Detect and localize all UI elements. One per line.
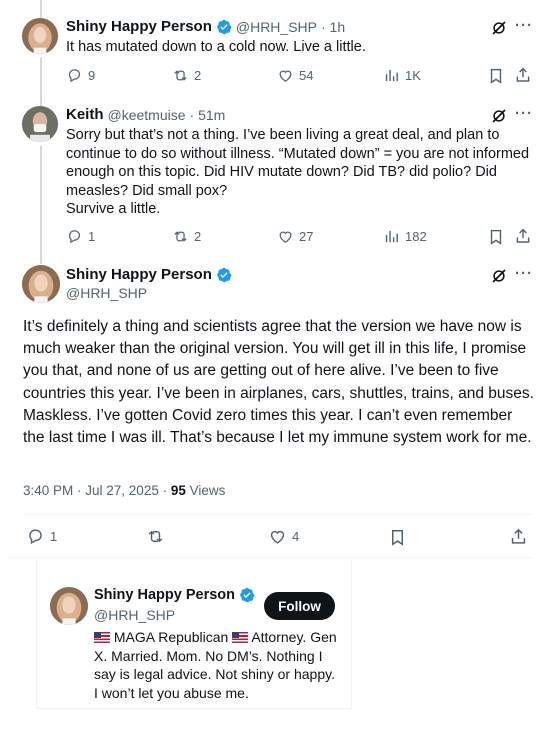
grok-icon[interactable] — [490, 19, 508, 37]
views-count: 182 — [405, 229, 427, 244]
hover-card-handle[interactable]: @HRH_SHP — [94, 607, 175, 623]
tweet-text: Sorry but that’s not a thing. I’ve been … — [66, 127, 530, 217]
like-button[interactable]: 4 — [268, 527, 299, 546]
like-icon — [277, 67, 294, 84]
like-button[interactable]: 27 — [277, 228, 313, 245]
hover-card-bio: MAGA Republican Attorney. Gen X. Married… — [94, 628, 339, 702]
more-icon[interactable]: ··· — [515, 105, 533, 122]
reply-count: 1 — [50, 529, 58, 544]
divider — [23, 514, 533, 515]
author-name[interactable]: Shiny Happy Person — [66, 18, 212, 35]
more-icon[interactable]: ··· — [515, 265, 533, 282]
post-time[interactable]: · 51m — [190, 107, 226, 123]
views-button[interactable]: 182 — [383, 228, 427, 245]
author-name[interactable]: Keith — [66, 106, 104, 123]
like-count: 27 — [299, 229, 314, 244]
post-timestamp[interactable]: 3:40 PM · Jul 27, 2025 · — [23, 483, 167, 498]
bookmark-icon[interactable] — [487, 67, 505, 85]
author-handle[interactable]: @keetmuise — [108, 107, 186, 123]
thread-line — [40, 0, 42, 18]
repost-icon — [172, 228, 189, 245]
hover-card-avatar[interactable] — [50, 587, 88, 625]
repost-button[interactable] — [146, 527, 165, 546]
more-icon[interactable]: ··· — [515, 17, 533, 34]
follow-button[interactable]: Follow — [264, 592, 335, 620]
like-count: 4 — [292, 529, 300, 544]
like-icon — [268, 527, 287, 546]
repost-count: 2 — [194, 68, 202, 83]
reply-icon — [26, 527, 45, 546]
author-handle[interactable]: @HRH_SHP — [66, 285, 147, 301]
post-meta: 3:40 PM · Jul 27, 2025 · 95 Views — [23, 483, 225, 498]
flag-us-icon — [94, 632, 110, 643]
reply-icon — [66, 67, 83, 84]
verified-badge-icon — [239, 587, 255, 603]
avatar[interactable] — [22, 18, 58, 54]
reply-icon — [66, 228, 83, 245]
reply-count: 9 — [88, 68, 96, 83]
avatar[interactable] — [22, 265, 60, 303]
verified-badge-icon — [216, 267, 232, 283]
share-icon[interactable] — [514, 227, 532, 245]
views-label: Views — [189, 483, 226, 498]
thread-line — [40, 146, 42, 264]
views-count: 95 — [170, 483, 186, 498]
views-icon — [383, 67, 400, 84]
repost-icon — [172, 67, 189, 84]
author-handle[interactable]: @HRH_SHP — [236, 19, 317, 35]
views-icon — [383, 228, 400, 245]
hover-card-name[interactable]: Shiny Happy Person — [94, 587, 235, 603]
bookmark-icon[interactable] — [487, 228, 505, 246]
repost-button[interactable]: 2 — [172, 67, 201, 84]
bio-part: MAGA Republican — [113, 629, 229, 645]
tweet-text: It has mutated down to a cold now. Live … — [66, 39, 366, 55]
views-button[interactable]: 1K — [383, 67, 421, 84]
flag-us-icon — [232, 632, 249, 643]
verified-badge-icon — [216, 19, 232, 35]
avatar[interactable] — [22, 106, 58, 142]
like-icon — [277, 228, 294, 245]
tweet-text: It’s definitely a thing and scientists a… — [23, 318, 534, 447]
repost-count: 2 — [194, 229, 202, 244]
reply-button[interactable]: 1 — [26, 527, 57, 546]
thread-line — [40, 57, 42, 107]
share-icon[interactable] — [514, 66, 532, 84]
grok-icon[interactable] — [490, 267, 508, 285]
reply-count: 1 — [88, 229, 96, 244]
repost-button[interactable]: 2 — [172, 228, 201, 245]
bookmark-icon[interactable] — [388, 528, 407, 547]
post-time[interactable]: · 1h — [321, 19, 345, 35]
divider — [8, 557, 533, 558]
like-button[interactable]: 54 — [277, 67, 313, 84]
share-icon[interactable] — [509, 527, 528, 546]
bio-part: Attorney. — [251, 629, 307, 645]
views-count: 1K — [405, 68, 421, 83]
reply-button[interactable]: 1 — [66, 228, 95, 245]
reply-button[interactable]: 9 — [66, 67, 95, 84]
author-name[interactable]: Shiny Happy Person — [66, 266, 212, 283]
repost-icon — [146, 527, 165, 546]
like-count: 54 — [299, 68, 314, 83]
grok-icon[interactable] — [490, 107, 508, 125]
